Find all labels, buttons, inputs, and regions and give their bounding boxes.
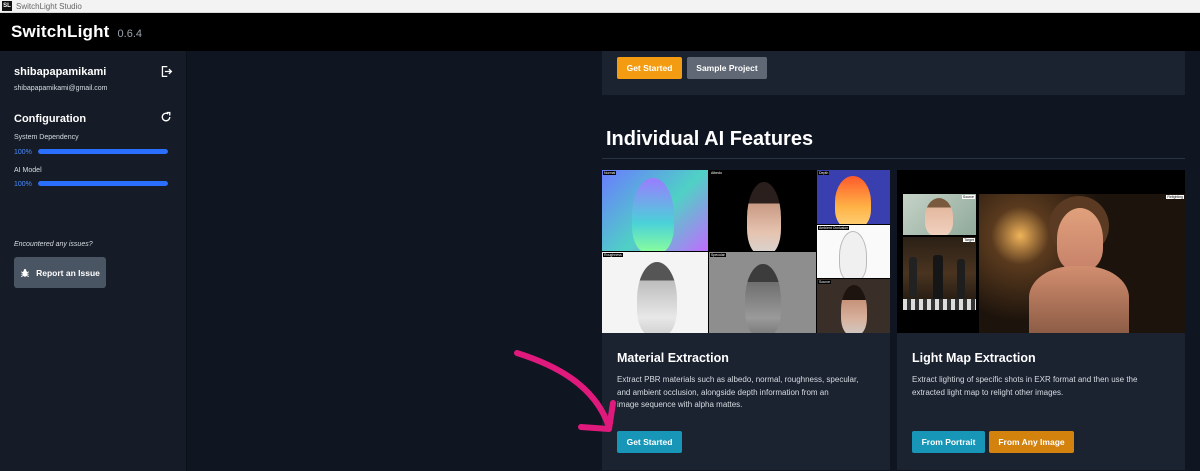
light-source-tile: Source [903,194,976,235]
get-started-button-top[interactable]: Get Started [617,57,682,79]
source-tile: Source [817,279,890,333]
app-name: SwitchLight [11,22,110,41]
issue-prompt: Encountered any issues? [14,241,93,248]
user-email: shibapapamikami@gmail.com [14,85,108,92]
username: shibapapamikami [14,66,107,78]
bug-icon [21,268,30,277]
app-logo-icon: SL [2,1,12,11]
app-header: SwitchLight 0.6.4 [0,13,1200,51]
sample-project-button[interactable]: Sample Project [687,57,767,79]
depth-tile: Depth [817,170,890,224]
roughness-tile: Roughness [602,252,708,333]
light-map-extraction-title: Light Map Extraction [912,351,1036,365]
section-divider [602,158,1185,159]
window-title: SwitchLight Studio [16,1,82,11]
report-issue-button[interactable]: Report an Issue [14,257,106,288]
progress-bar-ai-model [38,181,168,186]
logout-icon[interactable] [160,65,173,78]
material-extraction-title: Material Extraction [617,351,729,365]
window-titlebar: SL SwitchLight Studio [0,0,1200,13]
light-map-extraction-card: Source Target Relighting Light Map Extra… [897,170,1185,470]
dependency-label-ai-model: AI Model [14,167,42,174]
normal-map-tile: Normal [602,170,708,251]
sidebar: shibapapamikami shibapapamikami@gmail.co… [0,51,187,471]
material-extraction-card: Normal Albedo Depth Ambient Occlusion Ro… [602,170,890,470]
quick-start-panel: Get Started Sample Project [602,51,1185,95]
ambient-occlusion-tile: Ambient Occlusion [817,225,890,278]
material-extraction-preview: Normal Albedo Depth Ambient Occlusion Ro… [602,170,890,333]
albedo-tile: Albedo [709,170,816,251]
section-title: Individual AI Features [606,128,814,150]
main-content: Get Started Sample Project Individual AI… [188,51,1200,471]
dependency-percent-system: 100% [14,149,32,156]
configuration-title: Configuration [14,113,87,125]
specular-tile: Specular [709,252,816,333]
dependency-percent-ai-model: 100% [14,181,32,188]
annotation-arrow-icon [514,350,616,432]
refresh-icon[interactable] [160,111,172,123]
progress-bar-system [38,149,168,154]
light-target-tile: Target [903,237,976,310]
material-extraction-description: Extract PBR materials such as albedo, no… [617,375,859,409]
report-issue-label: Report an Issue [36,267,100,278]
dependency-label-system: System Dependency [14,134,79,141]
light-map-extraction-description: Extract lighting of specific shots in EX… [912,375,1138,397]
from-portrait-button[interactable]: From Portrait [912,431,985,453]
light-map-preview: Source Target Relighting [897,170,1185,333]
material-get-started-button[interactable]: Get Started [617,431,682,453]
from-any-image-button[interactable]: From Any Image [989,431,1074,453]
relighting-tile: Relighting [979,194,1185,333]
app-version: 0.6.4 [117,27,142,40]
